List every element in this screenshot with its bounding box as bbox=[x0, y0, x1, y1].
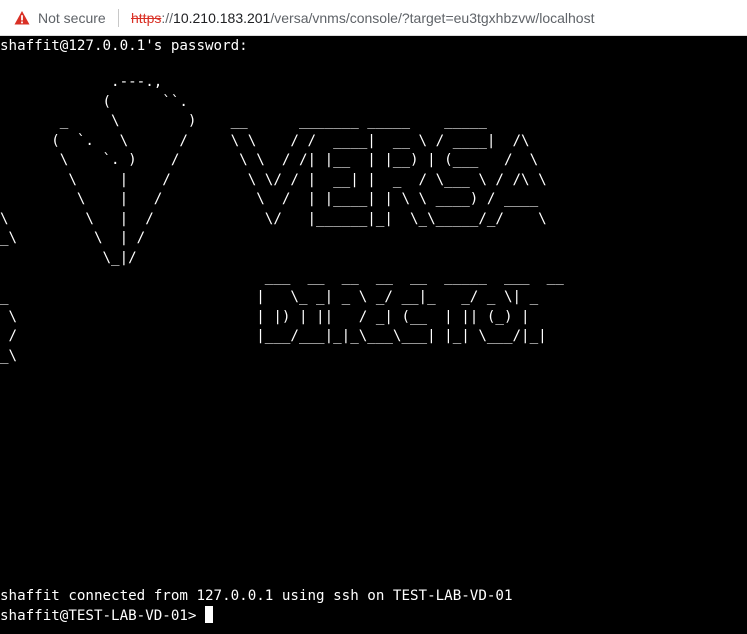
banner-line: \ | |) | || / _| (__ | || (_) | bbox=[8, 308, 530, 325]
banner-line: ___ __ __ __ __ _____ ___ __ bbox=[264, 269, 564, 286]
banner-line: _\ bbox=[0, 347, 18, 364]
url-scheme: https bbox=[131, 10, 162, 26]
terminal-console[interactable]: shaffit@127.0.0.1's password: .---., ( `… bbox=[0, 36, 747, 634]
banner-line: \_|/ bbox=[102, 249, 137, 266]
ascii-banner: .---., ( ``. _ \ ) __ _______ _____ ____… bbox=[0, 73, 564, 366]
warning-triangle-icon[interactable] bbox=[14, 10, 30, 26]
url-path: /versa/vnms/console/?target=eu3tgxhbzvw/… bbox=[270, 10, 595, 26]
url-field[interactable]: https://10.210.183.201/versa/vnms/consol… bbox=[131, 10, 594, 27]
banner-line: ( `. \ / \ \ / / ____| __ \ / ____| /\ bbox=[51, 132, 530, 149]
url-separator: :// bbox=[161, 10, 174, 26]
shell-prompt-line[interactable]: shaffit@TEST-LAB-VD-01> bbox=[0, 606, 214, 626]
url-host: 10.210.183.201 bbox=[173, 10, 271, 26]
banner-line: _ \ ) __ _______ _____ _____ bbox=[59, 113, 487, 130]
banner-line: / |___/___|_|_\___\___| |_| \___/|_| bbox=[8, 328, 547, 345]
shell-prompt: shaffit@TEST-LAB-VD-01> bbox=[0, 608, 197, 624]
banner-line: _\ \ | / bbox=[0, 230, 146, 247]
not-secure-label[interactable]: Not secure bbox=[38, 10, 106, 27]
banner-line: \ `. ) / \ \ / /| |__ | |__) | (___ / \ bbox=[59, 152, 539, 169]
connected-message: shaffit connected from 127.0.0.1 using s… bbox=[0, 588, 513, 604]
text-cursor bbox=[205, 606, 214, 623]
browser-address-bar: Not secure https://10.210.183.201/versa/… bbox=[0, 0, 747, 36]
banner-line: \ \ | / \/ |______|_| \_\_____/_/ \ bbox=[0, 210, 547, 227]
banner-line: .---., bbox=[111, 74, 163, 90]
banner-line: \ | / \ \/ / | __| | _ / \___ \ / /\ \ bbox=[68, 171, 547, 188]
divider bbox=[118, 9, 119, 27]
password-prompt: shaffit@127.0.0.1's password: bbox=[0, 38, 248, 54]
banner-line: _ | \_ _| _ \ _/ __|_ _/ _ \| _ bbox=[0, 289, 539, 306]
banner-line: \ | / \ / | |____| | \ \ ____) / ____ bbox=[76, 191, 539, 208]
banner-line: ( ``. bbox=[102, 93, 188, 110]
